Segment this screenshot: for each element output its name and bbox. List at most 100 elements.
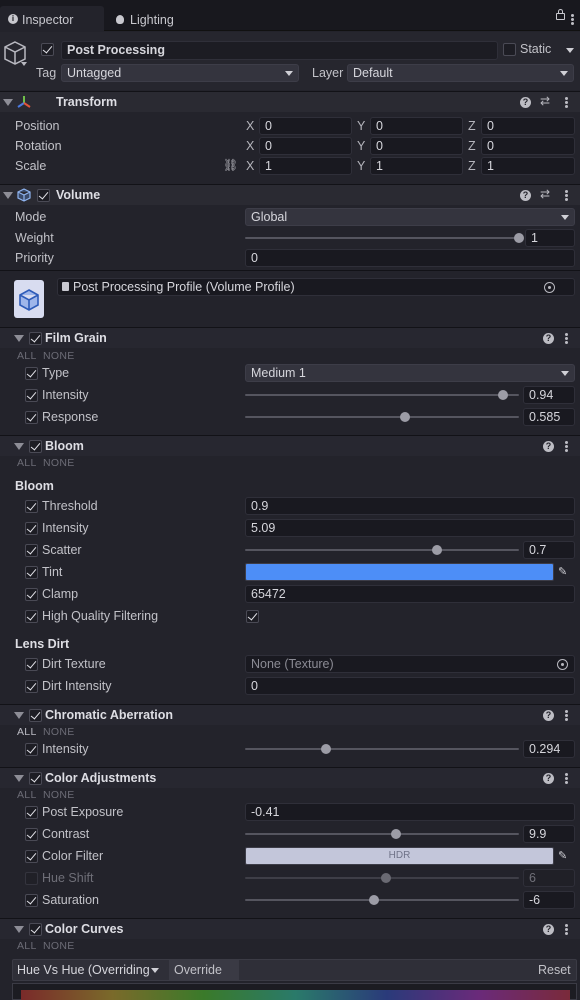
override-menu-icon[interactable] bbox=[565, 441, 568, 452]
rotation-z-field[interactable]: 0 bbox=[481, 137, 575, 155]
film-grain-intensity-field[interactable]: 0.94 bbox=[523, 386, 575, 404]
lock-icon[interactable] bbox=[556, 13, 565, 20]
help-icon[interactable]: ? bbox=[543, 924, 554, 935]
chromatic-aberration-header[interactable]: Chromatic Aberration ? bbox=[0, 705, 580, 725]
constrain-proportions-link-icon[interactable]: ⛓ bbox=[223, 158, 238, 172]
threshold-field[interactable]: 0.9 bbox=[245, 497, 575, 515]
help-icon[interactable]: ? bbox=[543, 773, 554, 784]
hue-shift-field[interactable]: 6 bbox=[523, 869, 575, 887]
foldout-arrow-icon[interactable] bbox=[3, 99, 13, 106]
tint-color-swatch[interactable] bbox=[245, 563, 554, 581]
none-toggle[interactable]: NONE bbox=[43, 940, 75, 952]
contrast-field[interactable]: 9.9 bbox=[523, 825, 575, 843]
override-type-checkbox[interactable] bbox=[25, 367, 38, 380]
profile-object-field[interactable]: Post Processing Profile (Volume Profile) bbox=[57, 278, 575, 296]
curve-reset-button[interactable]: Reset bbox=[538, 963, 571, 977]
position-y-label[interactable]: Y bbox=[357, 119, 365, 133]
none-toggle[interactable]: NONE bbox=[43, 726, 75, 738]
rotation-y-label[interactable]: Y bbox=[357, 139, 365, 153]
foldout-arrow-icon[interactable] bbox=[14, 443, 24, 450]
static-dropdown-arrow-icon[interactable] bbox=[566, 48, 574, 53]
override-scatter-checkbox[interactable] bbox=[25, 544, 38, 557]
ca-intensity-slider-track[interactable] bbox=[245, 748, 519, 750]
response-slider-track[interactable] bbox=[245, 416, 519, 418]
bloom-enabled-checkbox[interactable] bbox=[29, 440, 42, 453]
help-icon[interactable]: ? bbox=[543, 710, 554, 721]
bloom-intensity-field[interactable]: 5.09 bbox=[245, 519, 575, 537]
override-hue-shift-checkbox[interactable] bbox=[25, 872, 38, 885]
weight-field[interactable]: 1 bbox=[525, 229, 575, 247]
response-slider-handle[interactable] bbox=[400, 412, 411, 422]
override-menu-icon[interactable] bbox=[565, 333, 568, 344]
contrast-slider-track[interactable] bbox=[245, 833, 519, 835]
gameobject-name-field[interactable]: Post Processing bbox=[61, 41, 498, 60]
override-response-checkbox[interactable] bbox=[25, 411, 38, 424]
rotation-y-field[interactable]: 0 bbox=[370, 137, 463, 155]
override-color-filter-checkbox[interactable] bbox=[25, 850, 38, 863]
position-x-field[interactable]: 0 bbox=[259, 117, 352, 135]
hue-shift-slider-handle[interactable] bbox=[381, 873, 391, 883]
contrast-slider-handle[interactable] bbox=[390, 829, 401, 839]
scatter-slider-handle[interactable] bbox=[431, 545, 442, 555]
object-picker-icon[interactable] bbox=[544, 282, 555, 293]
presets-icon[interactable]: ⇄ bbox=[540, 187, 550, 201]
help-icon[interactable]: ? bbox=[520, 97, 531, 108]
override-menu-icon[interactable] bbox=[565, 710, 568, 721]
foldout-arrow-icon[interactable] bbox=[14, 926, 24, 933]
active-checkbox[interactable] bbox=[41, 43, 54, 56]
tab-lighting[interactable]: Lighting bbox=[108, 6, 198, 31]
scatter-field[interactable]: 0.7 bbox=[523, 541, 575, 559]
all-toggle[interactable]: ALL bbox=[17, 789, 37, 801]
object-picker-icon[interactable] bbox=[557, 659, 568, 670]
film-grain-intensity-slider-track[interactable] bbox=[245, 394, 519, 396]
ca-intensity-slider-handle[interactable] bbox=[320, 744, 331, 754]
override-menu-icon[interactable] bbox=[565, 924, 568, 935]
component-menu-icon[interactable] bbox=[565, 97, 568, 108]
post-exposure-field[interactable]: -0.41 bbox=[245, 803, 575, 821]
chromatic-aberration-enabled-checkbox[interactable] bbox=[29, 709, 42, 722]
weight-slider-track[interactable] bbox=[245, 237, 519, 239]
weight-slider-handle[interactable] bbox=[514, 233, 524, 243]
foldout-arrow-icon[interactable] bbox=[14, 335, 24, 342]
curve-type-dropdown[interactable]: Hue Vs Hue (Overriding bbox=[13, 960, 165, 980]
saturation-field[interactable]: -6 bbox=[523, 891, 575, 909]
all-toggle[interactable]: ALL bbox=[17, 350, 37, 362]
override-clamp-checkbox[interactable] bbox=[25, 588, 38, 601]
film-grain-type-dropdown[interactable]: Medium 1 bbox=[245, 364, 575, 382]
tab-inspector[interactable]: i Inspector bbox=[0, 6, 104, 31]
all-toggle[interactable]: ALL bbox=[17, 940, 37, 952]
help-icon[interactable]: ? bbox=[543, 441, 554, 452]
foldout-arrow-icon[interactable] bbox=[3, 192, 13, 199]
component-menu-icon[interactable] bbox=[565, 190, 568, 201]
rotation-x-label[interactable]: X bbox=[246, 139, 254, 153]
window-menu-icon[interactable] bbox=[571, 14, 574, 25]
priority-field[interactable]: 0 bbox=[245, 249, 575, 267]
override-ca-intensity-checkbox[interactable] bbox=[25, 743, 38, 756]
icon-dropdown-arrow-icon[interactable] bbox=[21, 62, 27, 66]
film-grain-enabled-checkbox[interactable] bbox=[29, 332, 42, 345]
film-grain-intensity-slider-handle[interactable] bbox=[497, 390, 508, 400]
override-dirt-intensity-checkbox[interactable] bbox=[25, 680, 38, 693]
color-adjustments-header[interactable]: Color Adjustments ? bbox=[0, 768, 580, 788]
dirt-texture-object-field[interactable]: None (Texture) bbox=[245, 655, 575, 673]
saturation-slider-track[interactable] bbox=[245, 899, 519, 901]
color-adjustments-enabled-checkbox[interactable] bbox=[29, 772, 42, 785]
hq-filtering-value-checkbox[interactable] bbox=[246, 610, 259, 623]
hue-vs-hue-curve-editor[interactable] bbox=[12, 983, 577, 1000]
scale-y-label[interactable]: Y bbox=[357, 159, 365, 173]
foldout-arrow-icon[interactable] bbox=[14, 712, 24, 719]
scale-y-field[interactable]: 1 bbox=[370, 157, 463, 175]
scale-z-field[interactable]: 1 bbox=[481, 157, 575, 175]
foldout-arrow-icon[interactable] bbox=[14, 775, 24, 782]
override-tint-checkbox[interactable] bbox=[25, 566, 38, 579]
none-toggle[interactable]: NONE bbox=[43, 350, 75, 362]
position-y-field[interactable]: 0 bbox=[370, 117, 463, 135]
override-dirt-texture-checkbox[interactable] bbox=[25, 658, 38, 671]
presets-icon[interactable]: ⇄ bbox=[540, 94, 550, 108]
all-toggle[interactable]: ALL bbox=[17, 457, 37, 469]
override-contrast-checkbox[interactable] bbox=[25, 828, 38, 841]
scale-x-field[interactable]: 1 bbox=[259, 157, 352, 175]
color-curves-enabled-checkbox[interactable] bbox=[29, 923, 42, 936]
rotation-z-label[interactable]: Z bbox=[468, 139, 476, 153]
override-post-exposure-checkbox[interactable] bbox=[25, 806, 38, 819]
